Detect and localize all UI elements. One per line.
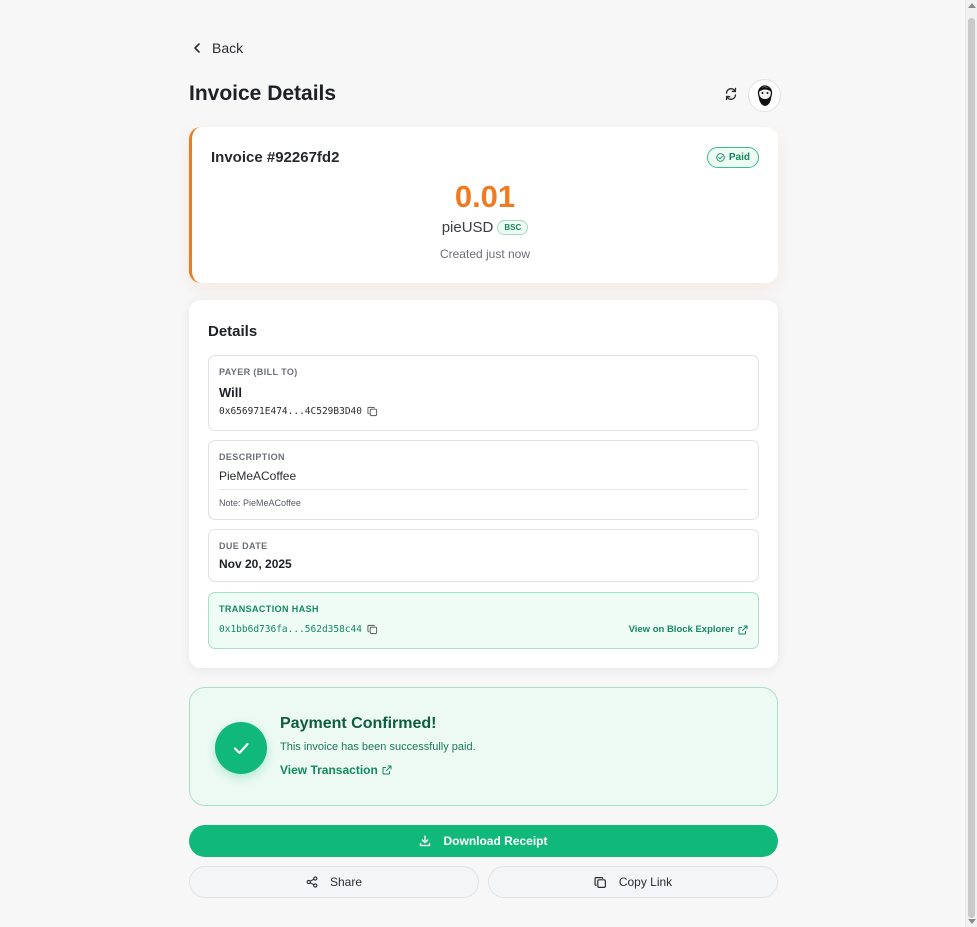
payer-name: Will	[219, 385, 242, 400]
view-transaction-link[interactable]: View Transaction	[280, 763, 392, 777]
external-link-icon	[738, 625, 748, 634]
block-explorer-label: View on Block Explorer	[628, 624, 734, 635]
payment-confirmed-card: Payment Confirmed! This invoice has been…	[189, 687, 778, 806]
due-date-value: Nov 20, 2025	[219, 557, 292, 571]
check-circle-icon	[716, 153, 725, 162]
transaction-hash-row: 0x1bb6d736fa...562d358c44	[219, 624, 378, 635]
copy-link-label: Copy Link	[618, 875, 673, 889]
payer-address: 0x656971E474...4C529B3D40	[219, 406, 362, 417]
divider	[219, 489, 748, 490]
back-label: Back	[212, 40, 244, 56]
page-scrollbar[interactable]	[965, 0, 977, 927]
scroll-down-arrow[interactable]	[968, 919, 976, 924]
refresh-icon[interactable]	[723, 86, 739, 102]
confirmation-subtitle: This invoice has been successfully paid.	[280, 741, 476, 753]
details-card: Details PAYER (BILL TO) Will 0x656971E47…	[189, 300, 778, 668]
payer-address-row: 0x656971E474...4C529B3D40	[219, 406, 378, 417]
scroll-up-arrow[interactable]	[968, 3, 976, 8]
download-icon	[420, 835, 431, 847]
copy-link-button[interactable]: Copy Link	[488, 866, 778, 898]
bearded-avatar-icon	[757, 84, 772, 106]
description-note: Note: PieMeACoffee	[219, 498, 301, 508]
payer-label: PAYER (BILL TO)	[219, 367, 298, 377]
transaction-hash-label: TRANSACTION HASH	[219, 604, 319, 614]
scrollbar-thumb[interactable]	[968, 18, 975, 918]
external-link-icon	[382, 765, 392, 775]
chevron-left-icon	[194, 43, 200, 53]
description-value: PieMeACoffee	[219, 469, 297, 483]
view-transaction-label: View Transaction	[280, 763, 378, 777]
note-prefix: Note:	[219, 498, 241, 508]
details-title: Details	[208, 323, 258, 340]
copy-icon[interactable]	[367, 406, 378, 417]
block-explorer-link[interactable]: View on Block Explorer	[629, 624, 748, 635]
payer-section: PAYER (BILL TO) Will 0x656971E474...4C52…	[208, 355, 759, 431]
invoice-summary-card: Invoice #92267fd2 Paid 0.01 pieUSD BSC C…	[189, 127, 778, 283]
share-button[interactable]: Share	[189, 866, 479, 898]
success-check-icon	[215, 722, 267, 774]
created-time: Created just now	[439, 247, 531, 261]
back-button[interactable]: Back	[191, 40, 243, 56]
currency-label: pieUSD	[441, 219, 494, 236]
due-date-label: DUE DATE	[219, 541, 268, 551]
currency-row: pieUSD BSC	[192, 219, 778, 236]
user-avatar[interactable]	[748, 79, 781, 112]
share-label: Share	[329, 875, 363, 889]
download-receipt-label: Download Receipt	[443, 834, 548, 848]
chain-badge: BSC	[497, 220, 529, 235]
copy-icon[interactable]	[367, 624, 378, 635]
note-text: PieMeACoffee	[243, 498, 301, 508]
copy-icon	[594, 876, 606, 888]
status-badge: Paid	[706, 147, 759, 168]
download-receipt-button[interactable]: Download Receipt	[189, 825, 778, 857]
confirmation-title: Payment Confirmed!	[280, 715, 437, 732]
transaction-hash-section: TRANSACTION HASH 0x1bb6d736fa...562d358c…	[208, 592, 759, 649]
checkmark-icon	[233, 742, 249, 755]
share-icon	[306, 876, 318, 888]
invoice-number: Invoice #92267fd2	[211, 149, 340, 166]
status-label: Paid	[728, 152, 750, 163]
invoice-amount: 0.01	[454, 179, 516, 214]
page-title: Invoice Details	[189, 82, 337, 105]
due-date-section: DUE DATE Nov 20, 2025	[208, 529, 759, 582]
description-section: DESCRIPTION PieMeACoffee Note: PieMeACof…	[208, 440, 759, 520]
description-label: DESCRIPTION	[219, 452, 285, 462]
transaction-hash: 0x1bb6d736fa...562d358c44	[219, 624, 362, 635]
